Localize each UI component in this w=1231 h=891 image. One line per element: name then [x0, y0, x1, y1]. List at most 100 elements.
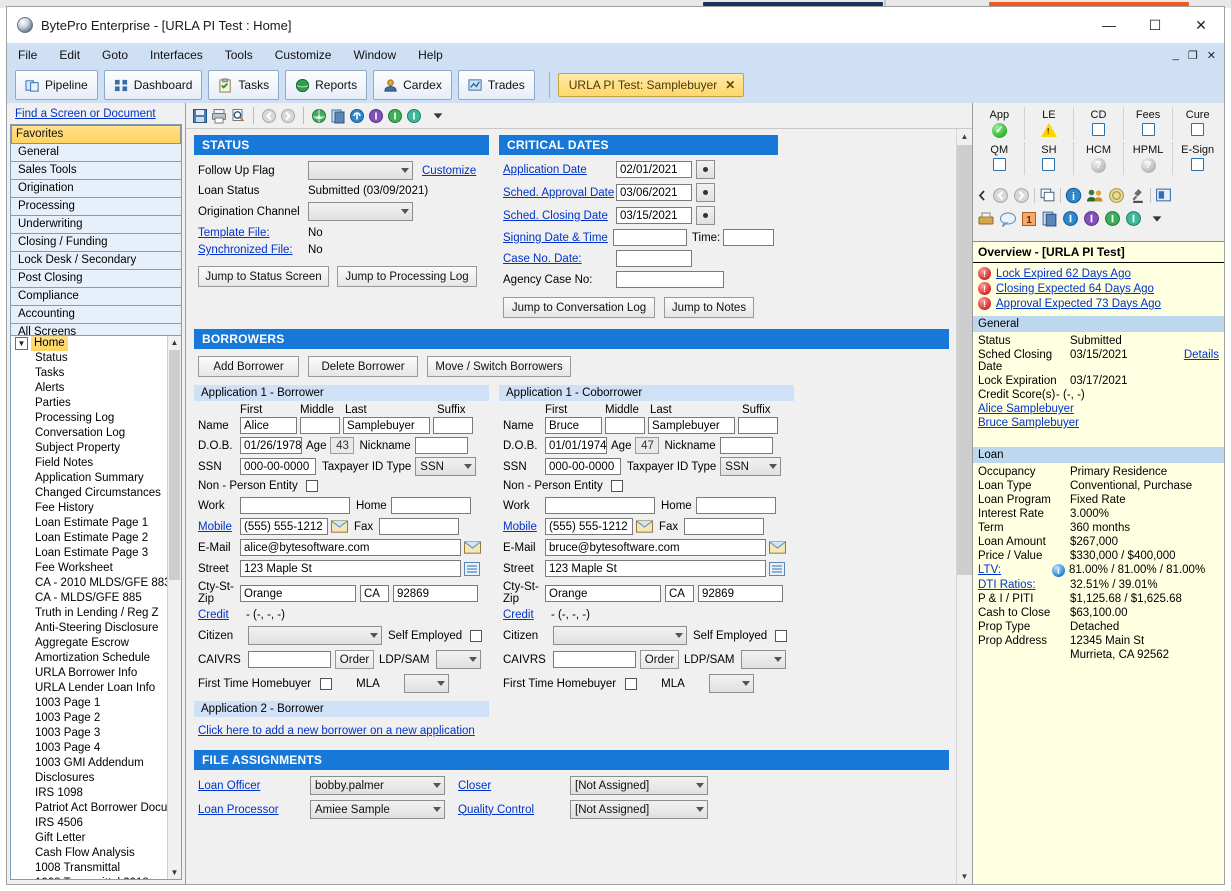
nav-tree-item[interactable]: Loan Estimate Page 2	[11, 531, 168, 546]
borrower-city-input[interactable]: Orange	[240, 585, 356, 602]
borrower-fax-input[interactable]	[379, 518, 459, 535]
borrower-caivrs-order-button[interactable]: Order	[335, 650, 374, 669]
overview-key-link[interactable]: DTI Ratios:	[978, 579, 1070, 591]
alert-approval-expected[interactable]: ! Approval Expected 73 Days Ago	[973, 296, 1224, 311]
nav-tree-item[interactable]: IRS 1098	[11, 786, 168, 801]
menu-file[interactable]: File	[7, 45, 48, 65]
borrower-nickname-input[interactable]	[415, 437, 468, 454]
alert-closing-expected[interactable]: ! Closing Expected 64 Days Ago	[973, 281, 1224, 296]
nav-tree-item[interactable]: Conversation Log	[11, 426, 168, 441]
coborrower-dob-input[interactable]: 01/01/1974	[545, 437, 607, 454]
menu-customize[interactable]: Customize	[264, 45, 343, 65]
menu-goto[interactable]: Goto	[91, 45, 139, 65]
coborrower-state-input[interactable]: CA	[665, 585, 694, 602]
mobile-phone-link[interactable]: Mobile	[503, 521, 545, 533]
sync-purple-icon[interactable]	[1083, 210, 1100, 227]
jump-to-conversation-log-button[interactable]: Jump to Conversation Log	[503, 297, 655, 318]
application-date-picker-icon[interactable]	[696, 160, 715, 179]
loan-processor-select[interactable]: Amiee Sample	[310, 800, 445, 819]
coborrower-zip-input[interactable]: 92869	[698, 585, 783, 602]
agency-case-no-input[interactable]	[616, 271, 724, 288]
menu-interfaces[interactable]: Interfaces	[139, 45, 214, 65]
coborrower-caivrs-input[interactable]	[553, 651, 636, 668]
nav-tree-item[interactable]: Changed Circumstances	[11, 486, 168, 501]
mdi-close-button[interactable]: ✕	[1207, 49, 1216, 62]
coborrower-mobile-phone-input[interactable]: (555) 555-1212	[545, 518, 633, 535]
nav-tree-item[interactable]: Anti-Steering Disclosure	[11, 621, 168, 636]
jump-to-processing-log-button[interactable]: Jump to Processing Log	[337, 266, 477, 287]
toolbar-button-dashboard[interactable]: Dashboard	[104, 70, 203, 100]
jump-to-notes-button[interactable]: Jump to Notes	[664, 297, 754, 318]
borrower-link-alice[interactable]: Alice Samplebuyer	[978, 403, 1074, 415]
nav-tree-item[interactable]: URLA Borrower Info	[11, 666, 168, 681]
toolbar-button-cardex[interactable]: Cardex	[373, 70, 452, 100]
borrower-mla-select[interactable]	[404, 674, 449, 693]
sidebar-item-origination[interactable]: Origination	[11, 180, 181, 198]
sched-approval-date-input[interactable]: 03/06/2021	[616, 184, 692, 201]
toolbar-button-tasks[interactable]: Tasks	[208, 70, 279, 100]
sidebar-item-lock-desk-secondary[interactable]: Lock Desk / Secondary	[11, 252, 181, 270]
nav-tree-item[interactable]: Disclosures	[11, 771, 168, 786]
nav-tree-item[interactable]: Cash Flow Analysis	[11, 846, 168, 861]
nav-tree-item[interactable]: Aggregate Escrow	[11, 636, 168, 651]
details-link[interactable]: Details	[1184, 349, 1219, 373]
coborrower-self-employed-checkbox[interactable]	[775, 630, 787, 642]
status-tile-cd[interactable]: CD	[1074, 107, 1124, 140]
back-icon[interactable]	[992, 187, 1009, 204]
quality-control-link[interactable]: Quality Control	[458, 804, 570, 816]
scroll-down-icon[interactable]: ▼	[168, 866, 181, 879]
borrower-taxpayer-id-type-select[interactable]: SSN	[415, 457, 476, 476]
signing-date-input[interactable]	[613, 229, 687, 246]
window-maximize-button[interactable]: ☐	[1132, 7, 1178, 43]
coborrower-street-input[interactable]: 123 Maple St	[545, 560, 766, 577]
nav-tree-item[interactable]: Loan Estimate Page 3	[11, 546, 168, 561]
nav-tree-item[interactable]: Amortization Schedule	[11, 651, 168, 666]
coborrower-citizen-select[interactable]	[553, 626, 687, 645]
coborrower-home-phone-input[interactable]	[696, 497, 776, 514]
sidebar-item-compliance[interactable]: Compliance	[11, 288, 181, 306]
coborrower-email-input[interactable]: bruce@bytesoftware.com	[545, 539, 766, 556]
ltv-info-icon[interactable]: i	[1052, 564, 1065, 577]
add-borrower-button[interactable]: Add Borrower	[198, 356, 299, 377]
toolbar-button-reports[interactable]: Reports	[285, 70, 367, 100]
borrower-last-name-input[interactable]: Samplebuyer	[343, 417, 430, 434]
nav-tree-item[interactable]: Patriot Act Borrower Docu	[11, 801, 168, 816]
nav-tree-item[interactable]: 1008 Transmittal 2018	[11, 876, 168, 879]
customize-link[interactable]: Customize	[422, 165, 476, 177]
toolbar-overflow-icon[interactable]	[1150, 212, 1164, 226]
nav-tree-item[interactable]: Fee Worksheet	[11, 561, 168, 576]
address-lookup-icon[interactable]	[769, 562, 785, 576]
sidebar-item-sales-tools[interactable]: Sales Tools	[11, 162, 181, 180]
nav-tree-scrollbar[interactable]: ▲ ▼	[167, 336, 181, 879]
address-lookup-icon[interactable]	[464, 562, 480, 576]
print-icon[interactable]	[211, 108, 227, 124]
close-icon[interactable]: ✕	[725, 78, 735, 92]
coborrower-suffix-input[interactable]	[738, 417, 778, 434]
sync-purple-icon[interactable]	[368, 108, 384, 124]
sidebar-item-general[interactable]: General	[11, 144, 181, 162]
borrower-self-employed-checkbox[interactable]	[470, 630, 482, 642]
scroll-down-icon[interactable]: ▼	[957, 869, 972, 884]
jump-to-status-screen-button[interactable]: Jump to Status Screen	[198, 266, 329, 287]
send-email-envelope-icon[interactable]	[464, 541, 481, 554]
coborrower-work-phone-input[interactable]	[545, 497, 655, 514]
coborrower-last-name-input[interactable]: Samplebuyer	[648, 417, 735, 434]
collapse-icon[interactable]: ▼	[15, 337, 28, 350]
status-tile-le[interactable]: LE	[1025, 107, 1075, 140]
signing-date-time-link[interactable]: Signing Date & Time	[503, 232, 613, 244]
send-email-envelope-icon[interactable]	[769, 541, 786, 554]
info-icon[interactable]: i	[1065, 187, 1082, 204]
scrollbar-thumb[interactable]	[169, 350, 180, 580]
nav-tree-item[interactable]: Fee History	[11, 501, 168, 516]
window-minimize-button[interactable]: —	[1086, 7, 1132, 43]
coborrower-taxpayer-id-type-select[interactable]: SSN	[720, 457, 781, 476]
save-icon[interactable]	[192, 108, 208, 124]
sched-approval-date-picker-icon[interactable]	[696, 183, 715, 202]
conversation-icon[interactable]	[999, 211, 1017, 227]
nav-tree-item[interactable]: 1003 Page 4	[11, 741, 168, 756]
nav-tree-item[interactable]: Parties	[11, 396, 168, 411]
template-file-link[interactable]: Template File:	[198, 227, 308, 239]
origination-channel-select[interactable]	[308, 202, 413, 221]
menu-window[interactable]: Window	[342, 45, 407, 65]
nav-tree-item[interactable]: CA - 2010 MLDS/GFE 883	[11, 576, 168, 591]
